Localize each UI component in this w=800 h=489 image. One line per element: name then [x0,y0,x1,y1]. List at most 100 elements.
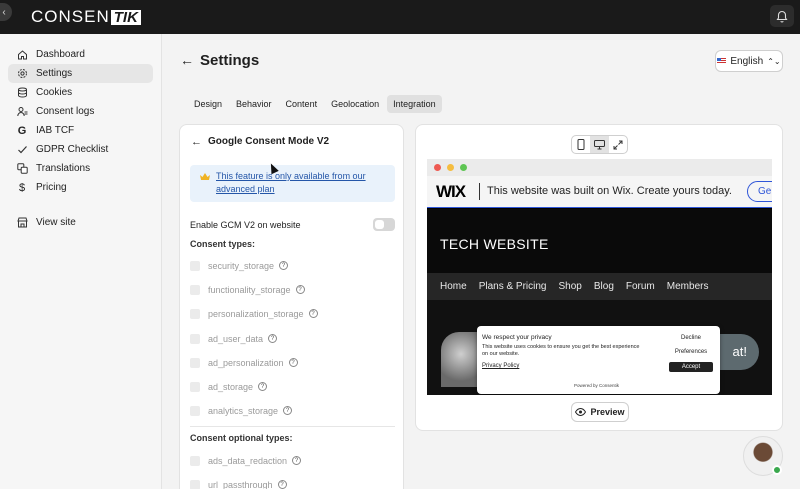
page-title: Settings [200,52,260,69]
preview-button[interactable]: Preview [571,402,629,422]
help-icon[interactable]: ? [288,358,298,367]
consent-type-row[interactable]: ad_personalization? [190,356,298,369]
mobile-view-button[interactable] [572,136,590,153]
site-nav-item[interactable]: Shop [559,281,582,292]
sidebar-item-label: Translations [36,163,91,174]
check-icon [16,144,28,156]
site-nav-item[interactable]: Blog [594,281,614,292]
store-icon [16,217,28,229]
back-arrow-icon[interactable]: ← [191,136,202,148]
consent-type-row[interactable]: analytics_storage? [190,404,293,417]
sidebar-item-dashboard[interactable]: Dashboard [8,45,153,64]
eye-icon [575,408,587,416]
checkbox[interactable] [190,479,200,489]
app-logo: CONSEN TIK [31,7,141,27]
gcm-panel: ← Google Consent Mode V2 This feature is… [179,124,404,489]
wix-logo: WIX [436,182,466,201]
language-select[interactable]: English ⌃⌄ [715,50,783,72]
tab-design[interactable]: Design [188,95,228,113]
sidebar-item-label: Pricing [36,182,67,193]
site-nav-item[interactable]: Home [440,281,467,292]
powered-by: Powered by Consentik [574,383,620,388]
help-icon[interactable]: ? [308,309,318,318]
site-preview-frame: WIX This website was built on Wix. Creat… [427,159,772,395]
upgrade-notice: This feature is only available from our … [190,165,395,202]
preferences-button[interactable]: Preferences [669,347,713,357]
sidebar-item-label: Cookies [36,87,73,98]
help-icon[interactable]: ? [277,480,287,489]
consent-types-heading: Consent types: [190,239,256,249]
sidebar-item-gdpr-checklist[interactable]: GDPR Checklist [8,140,153,159]
upgrade-link[interactable]: This feature is only available from our … [216,170,386,196]
main-content: ← Settings English ⌃⌄ Design Behavior Co… [162,34,800,489]
sidebar-item-label: View site [36,217,76,228]
collapse-sidebar-button[interactable]: ‹ [0,3,12,21]
bell-icon [776,10,788,23]
database-icon [16,87,28,99]
mobile-icon [577,139,585,150]
consent-type-row[interactable]: ad_user_data? [190,332,278,345]
sidebar-item-translations[interactable]: Translations [8,159,153,178]
us-flag-icon [717,58,727,64]
expand-icon [613,140,623,149]
desktop-view-button[interactable] [590,136,609,153]
tab-geolocation[interactable]: Geolocation [325,95,385,113]
checkbox[interactable] [190,284,200,295]
chevron-left-icon: ‹ [2,6,6,18]
top-bar: ‹ CONSEN TIK [0,0,800,34]
optional-types-heading: Consent optional types: [190,433,293,443]
enable-gcm-toggle[interactable] [373,218,395,231]
sidebar-item-settings[interactable]: Settings [8,64,153,83]
notifications-button[interactable] [770,5,794,27]
optional-type-row[interactable]: ads_data_redaction? [190,454,302,467]
consent-type-row[interactable]: functionality_storage? [190,283,305,296]
crown-icon [200,173,210,180]
checkbox[interactable] [190,308,200,319]
sidebar-item-label: IAB TCF [36,125,75,136]
consent-type-row[interactable]: ad_storage? [190,380,268,393]
wix-get-started-button[interactable]: Ge [747,181,772,202]
privacy-policy-link[interactable]: Privacy Policy [482,363,519,369]
consent-type-row[interactable]: personalization_storage? [190,307,318,320]
help-icon[interactable]: ? [283,406,293,415]
checkbox[interactable] [190,455,200,466]
sidebar-item-cookies[interactable]: Cookies [8,83,153,102]
cookie-banner: We respect your privacy This website use… [477,326,720,394]
sidebar: Dashboard Settings Cookies Consent logs … [0,34,162,489]
sidebar-item-consent-logs[interactable]: Consent logs [8,102,153,121]
home-icon [16,49,28,61]
help-icon[interactable]: ? [268,334,278,343]
checkbox[interactable] [190,357,200,368]
consent-type-row[interactable]: security_storage? [190,259,289,272]
cookie-title: We respect your privacy [482,334,552,341]
help-icon[interactable]: ? [279,261,289,270]
sidebar-item-pricing[interactable]: $ Pricing [8,178,153,197]
back-arrow-icon[interactable]: ← [180,52,194,68]
sidebar-item-label: GDPR Checklist [36,144,109,155]
site-nav-item[interactable]: Members [667,281,709,292]
divider [190,426,395,427]
device-switcher [571,135,628,154]
hero-image [441,332,481,387]
close-dot [434,164,441,171]
dollar-icon: $ [18,181,26,194]
help-icon[interactable]: ? [292,456,302,465]
sidebar-item-label: Dashboard [36,49,85,60]
checkbox[interactable] [190,405,200,416]
optional-type-row[interactable]: url_passthrough? [190,478,287,489]
help-icon[interactable]: ? [295,285,305,294]
fullscreen-button[interactable] [609,136,627,153]
sidebar-item-iab-tcf[interactable]: G IAB TCF [8,121,153,140]
tab-content[interactable]: Content [280,95,324,113]
checkbox[interactable] [190,381,200,392]
site-nav-item[interactable]: Forum [626,281,655,292]
checkbox[interactable] [190,333,200,344]
sidebar-item-view-site[interactable]: View site [8,213,153,232]
site-nav-item[interactable]: Plans & Pricing [479,281,547,292]
tab-integration[interactable]: Integration [387,95,442,113]
checkbox[interactable] [190,260,200,271]
accept-button[interactable]: Accept [669,362,713,372]
tab-behavior[interactable]: Behavior [230,95,278,113]
decline-button[interactable]: Decline [669,333,713,343]
help-icon[interactable]: ? [258,382,268,391]
